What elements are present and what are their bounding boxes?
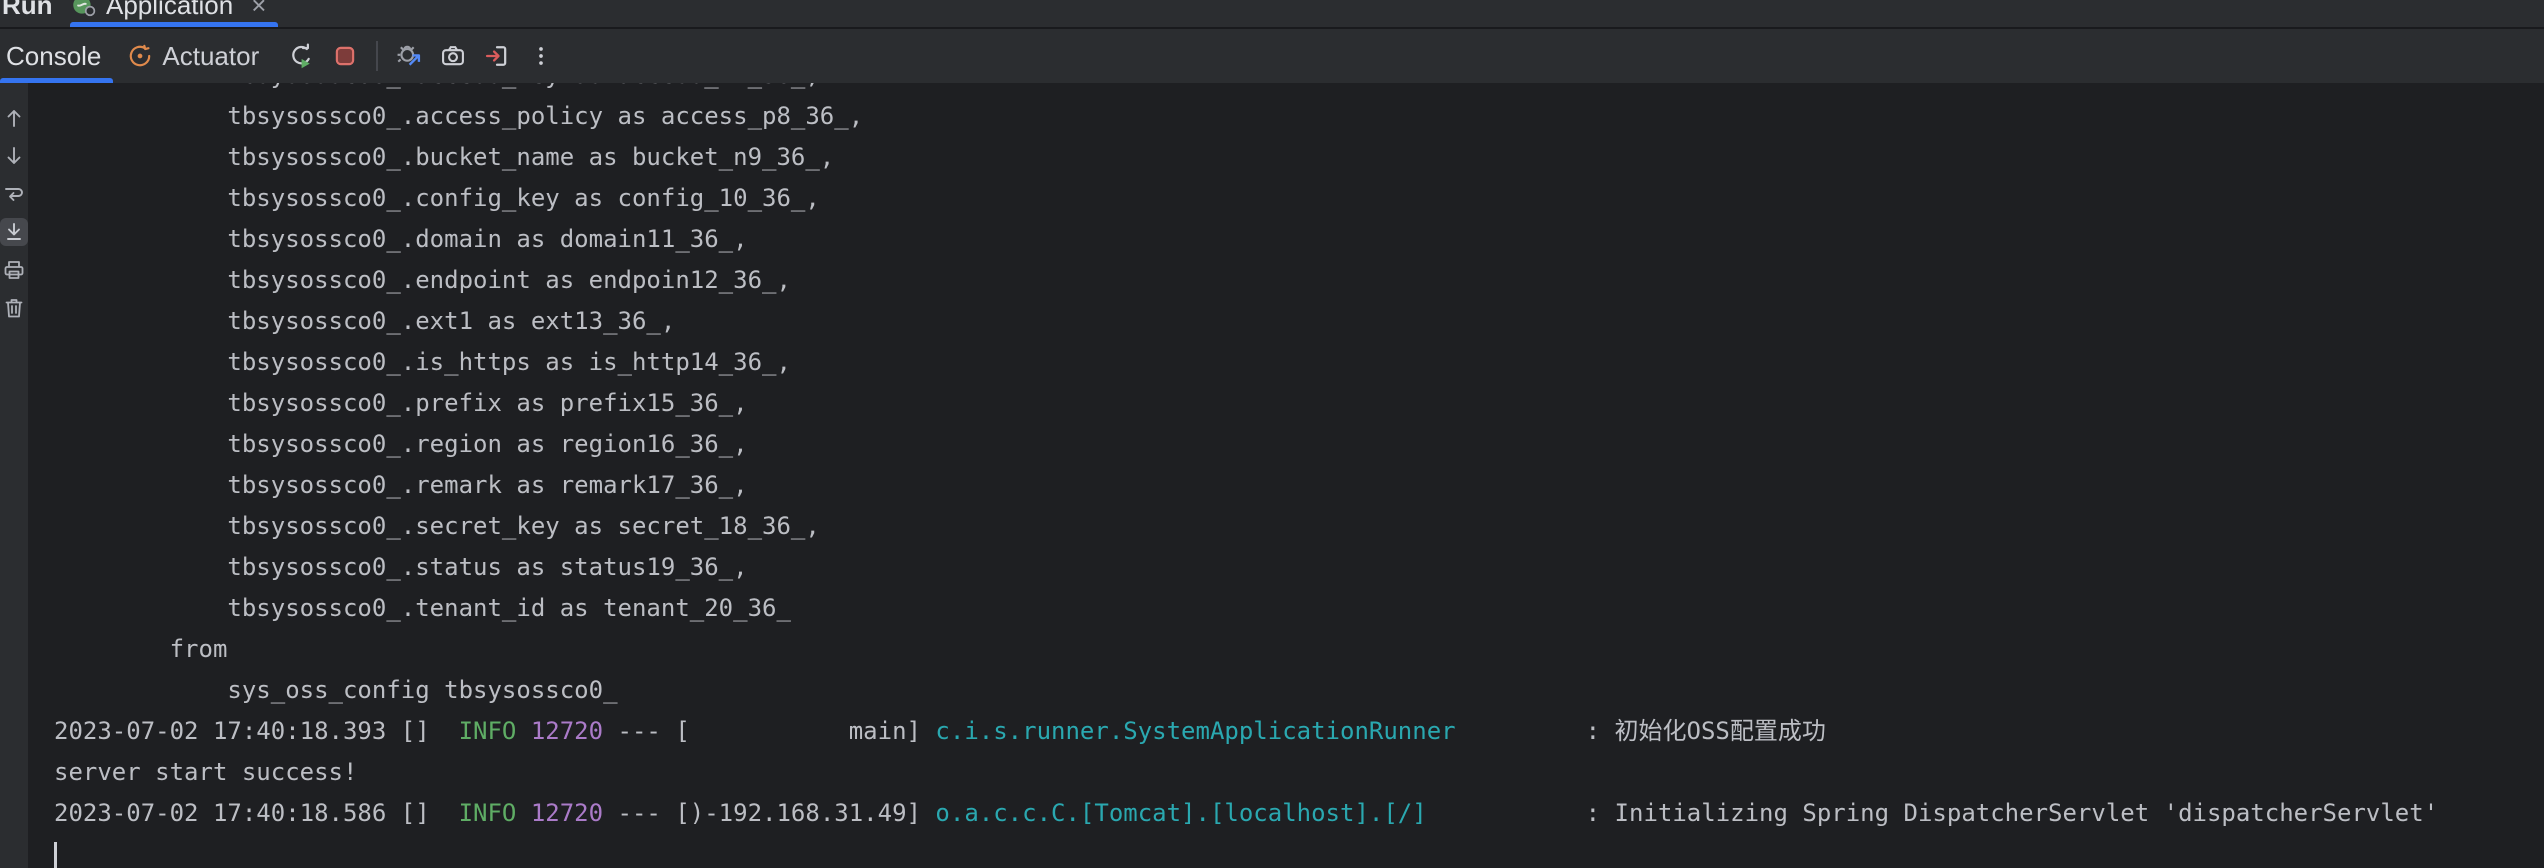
scroll-to-end-button[interactable] — [0, 218, 28, 246]
console-line: from — [54, 629, 2544, 670]
console-line: sys_oss_config tbsysossco0_ — [54, 670, 2544, 711]
console-line: tbsysossco0_.remark as remark17_36_, — [54, 465, 2544, 506]
console-line: tbsysossco0_.status as status19_36_, — [54, 547, 2544, 588]
arrow-up-icon — [2, 106, 26, 130]
camera-icon — [439, 42, 467, 70]
console-line: tbsysossco0_.secret_key as secret_18_36_… — [54, 506, 2544, 547]
console-line: tbsysossco0_.access_key as access_k7_36_… — [54, 83, 2544, 96]
stop-button[interactable] — [328, 39, 362, 73]
spring-boot-run-icon — [70, 0, 96, 18]
rerun-button[interactable] — [284, 39, 318, 73]
tab-actuator[interactable]: Actuator — [119, 41, 267, 72]
text-caret — [54, 842, 57, 868]
console-line: tbsysossco0_.ext1 as ext13_36_, — [54, 301, 2544, 342]
console-line: tbsysossco0_.bucket_name as bucket_n9_36… — [54, 137, 2544, 178]
actuator-icon — [127, 43, 153, 69]
trash-icon — [2, 296, 26, 320]
more-options-button[interactable] — [524, 39, 558, 73]
console-line: tbsysossco0_.region as region16_36_, — [54, 424, 2544, 465]
close-icon[interactable]: × — [251, 0, 266, 18]
console-line: tbsysossco0_.tenant_id as tenant_20_36_ — [54, 588, 2544, 629]
tab-console-label: Console — [6, 41, 101, 72]
run-tool-window: Run Application × Console — [0, 0, 2544, 868]
print-button[interactable] — [0, 256, 28, 284]
console-output[interactable]: tbsysossco0_.access_key as access_k7_36_… — [28, 83, 2544, 868]
print-icon — [2, 258, 26, 282]
exit-icon — [483, 42, 511, 70]
arrow-down-icon — [2, 144, 26, 168]
tab-actuator-label: Actuator — [162, 41, 259, 72]
down-stack-trace-button[interactable] — [0, 142, 28, 170]
run-toolbar: Console Actuator — [0, 29, 2544, 83]
console-line: 2023-07-02 17:40:18.586 [] INFO 12720 --… — [54, 793, 2544, 834]
scroll-to-end-icon — [2, 220, 26, 244]
stop-icon — [332, 43, 358, 69]
active-tab-underline — [70, 22, 278, 27]
console-line — [54, 834, 2544, 868]
clear-all-button[interactable] — [0, 294, 28, 322]
thread-dump-button[interactable] — [436, 39, 470, 73]
more-vertical-icon — [528, 43, 554, 69]
console-line: tbsysossco0_.access_policy as access_p8_… — [54, 96, 2544, 137]
console-line: server start success! — [54, 752, 2544, 793]
tab-console[interactable]: Console — [0, 29, 113, 83]
soft-wrap-icon — [2, 182, 26, 206]
toolbar-separator — [376, 41, 378, 71]
toolbar-actions — [279, 39, 563, 73]
console-text: tbsysossco0_.access_key as access_k7_36_… — [28, 83, 2544, 868]
tab-application-label: Application — [106, 0, 233, 21]
up-stack-trace-button[interactable] — [0, 104, 28, 132]
console-gutter — [0, 83, 28, 868]
console-line: tbsysossco0_.is_https as is_http14_36_, — [54, 342, 2544, 383]
console-line: tbsysossco0_.prefix as prefix15_36_, — [54, 383, 2544, 424]
bug-arrow-icon — [395, 42, 423, 70]
tool-window-title: Run — [2, 0, 53, 26]
console-line: 2023-07-02 17:40:18.393 [] INFO 12720 --… — [54, 711, 2544, 752]
console-line: tbsysossco0_.domain as domain11_36_, — [54, 219, 2544, 260]
run-header-bar: Run Application × — [0, 0, 2544, 29]
rerun-icon — [287, 42, 315, 70]
console-line: tbsysossco0_.endpoint as endpoin12_36_, — [54, 260, 2544, 301]
console-line: tbsysossco0_.config_key as config_10_36_… — [54, 178, 2544, 219]
attach-debugger-button[interactable] — [392, 39, 426, 73]
exit-button[interactable] — [480, 39, 514, 73]
soft-wrap-button[interactable] — [0, 180, 28, 208]
